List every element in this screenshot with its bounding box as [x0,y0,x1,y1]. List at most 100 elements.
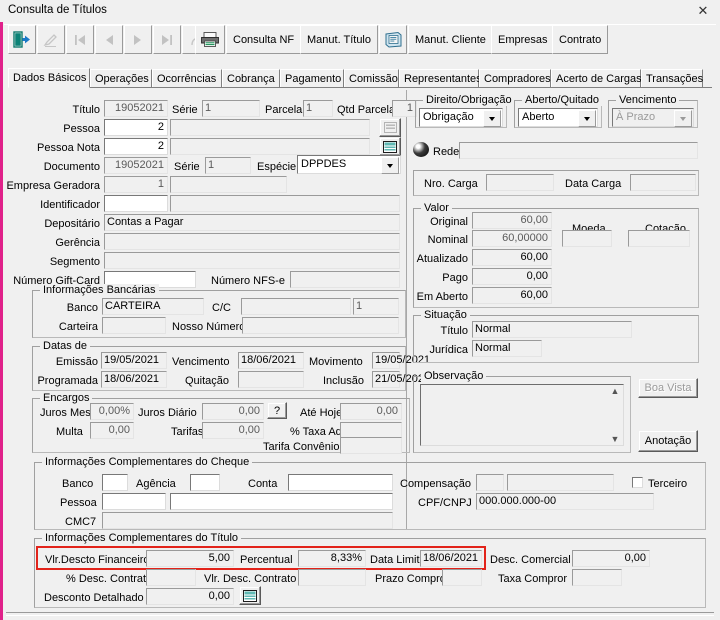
cheque-agencia-field[interactable] [190,474,220,491]
pessoa-code-field[interactable]: 2 [104,119,168,136]
serie2-field[interactable]: 1 [205,157,251,174]
desc-comercial-field[interactable]: 0,00 [572,550,650,567]
vlr-desc-contrato-field[interactable] [298,569,366,586]
inclusao-field[interactable]: 21/05/2021 [372,371,430,388]
anotacao-button[interactable]: Anotação [638,430,698,452]
cheque-pessoa-code-field[interactable] [102,493,166,510]
vencimento-data-field[interactable]: 18/06/2021 [238,352,304,369]
tab-comissao[interactable]: Comissão [344,69,399,87]
print-icon[interactable] [195,25,225,54]
valor-nominal-field[interactable]: 60,00000 [472,230,552,247]
cheque-pessoa-name-field[interactable] [170,493,393,510]
tab-dados-basicos[interactable]: Dados Básicos [8,68,90,88]
carteira-field[interactable] [102,317,166,334]
ate-hoje-field[interactable]: 0,00 [340,403,402,420]
valor-em-aberto-field[interactable]: 60,00 [472,287,552,304]
close-icon[interactable]: ✕ [690,2,716,20]
cpf-cnpj-field[interactable]: 000.000.000-00 [476,493,654,510]
prazo-comprar-field[interactable] [442,569,482,586]
chevron-down-icon[interactable] [483,110,501,127]
tab-representantes[interactable]: Representantes [399,69,482,87]
cheque-banco-field[interactable] [102,474,128,491]
cheque-conta-field[interactable] [288,474,393,491]
juros-mes-field[interactable]: 0,00% [90,403,134,420]
cotacao-field[interactable] [628,230,690,247]
qtd-parcela-field[interactable]: 1 [392,100,417,117]
observacao-scrollbar[interactable]: ▲ ▼ [608,386,622,444]
cc-digit-field[interactable]: 1 [353,298,399,315]
valor-atualizado-field[interactable]: 60,00 [472,249,552,266]
nro-carga-field[interactable] [486,174,554,191]
exit-icon[interactable] [8,25,36,54]
aberto-quitado-select[interactable]: Aberto [518,108,598,127]
direito-obrigacao-select[interactable]: Obrigação [419,108,503,127]
tab-cobranca[interactable]: Cobrança [222,69,280,87]
emissao-field[interactable]: 19/05/2021 [101,352,167,369]
chevron-down-icon[interactable] [381,157,399,174]
perc-desc-contrato-field[interactable] [146,569,196,586]
empresa-geradora-name-field[interactable] [170,176,287,193]
identificador-code-field[interactable] [104,195,168,212]
taxa-comprar-field[interactable] [572,569,622,586]
tarifa-convenio-field[interactable] [340,437,402,454]
cheque-compensacao-field[interactable] [476,474,504,491]
data-carga-field[interactable] [630,174,696,191]
tab-pagamento[interactable]: Pagamento [280,69,344,87]
segmento-field[interactable] [104,252,400,269]
gerencia-field[interactable] [104,233,400,250]
tab-ocorrencias[interactable]: Ocorrências [152,69,222,87]
serie1-field[interactable]: 1 [202,100,260,117]
titulo-field[interactable]: 19052021 [104,100,168,117]
pessoa-nota-code-field[interactable]: 2 [104,138,168,155]
scroll-up-icon[interactable]: ▲ [611,386,620,396]
tab-acerto-de-cargas[interactable]: Acerto de Cargas [551,69,642,87]
pessoa-nota-name-field[interactable] [170,138,370,155]
depositario-field[interactable]: Contas a Pagar [104,214,400,231]
encargos-help-button[interactable]: ? [267,402,287,419]
cc-field[interactable] [241,298,351,315]
manut-titulo-button[interactable]: Manut. Título [300,25,378,54]
banco-bancaria-field[interactable]: CARTEIRA [102,298,204,315]
desconto-detalhado-field[interactable]: 0,00 [146,588,234,605]
tab-compradores[interactable]: Compradores [479,69,551,87]
boa-vista-button[interactable]: Boa Vista [638,378,698,398]
movimento-field[interactable]: 19/05/2021 [372,352,430,369]
quitacao-field[interactable] [238,371,304,388]
cmc7-field[interactable] [102,512,393,529]
chevron-down-icon[interactable] [578,110,596,127]
scroll-down-icon[interactable]: ▼ [611,434,620,444]
situacao-titulo-field[interactable]: Normal [472,321,632,338]
identificador-name-field[interactable] [170,195,400,212]
parcela-field[interactable]: 1 [303,100,333,117]
tarifas-field[interactable]: 0,00 [202,422,264,439]
moeda-field[interactable] [562,230,612,247]
nosso-numero-field[interactable] [242,317,399,334]
notes-icon[interactable] [379,25,407,54]
tab-transacoes[interactable]: Transações [641,69,703,87]
consulta-nf-button[interactable]: Consulta NF [226,25,302,54]
terceiro-checkbox[interactable] [632,477,643,488]
detail-window-icon[interactable] [239,586,261,605]
vlr-descto-financeiro-field[interactable]: 5,00 [146,550,234,567]
multa-field[interactable]: 0,00 [90,422,134,439]
empresa-geradora-code-field[interactable]: 1 [104,176,168,193]
vencimento-select[interactable]: À Prazo [612,108,694,127]
pessoa-name-field[interactable] [170,119,370,136]
documento-field[interactable]: 19052021 [104,157,168,174]
programada-field[interactable]: 18/06/2021 [101,371,167,388]
situacao-juridica-field[interactable]: Normal [472,340,542,357]
percentual-field[interactable]: 8,33% [298,550,366,567]
valor-pago-field[interactable]: 0,00 [472,268,552,285]
especie-select[interactable]: DPPDES [297,155,401,174]
tab-operacoes[interactable]: Operações [90,69,152,87]
manut-cliente-button[interactable]: Manut. Cliente [408,25,493,54]
nfse-field[interactable] [290,271,400,288]
data-limite-field[interactable]: 18/06/2021 [420,550,482,567]
pessoa-lookup-button[interactable] [379,118,401,137]
observacao-textarea[interactable]: ▲ ▼ [420,384,624,446]
valor-original-field[interactable]: 60,00 [472,212,552,229]
cheque-compensacao-field-2[interactable] [507,474,614,491]
contrato-button[interactable]: Contrato [552,25,609,54]
juros-diario-field[interactable]: 0,00 [202,403,264,420]
pessoa-nota-lookup-button[interactable] [379,137,401,156]
